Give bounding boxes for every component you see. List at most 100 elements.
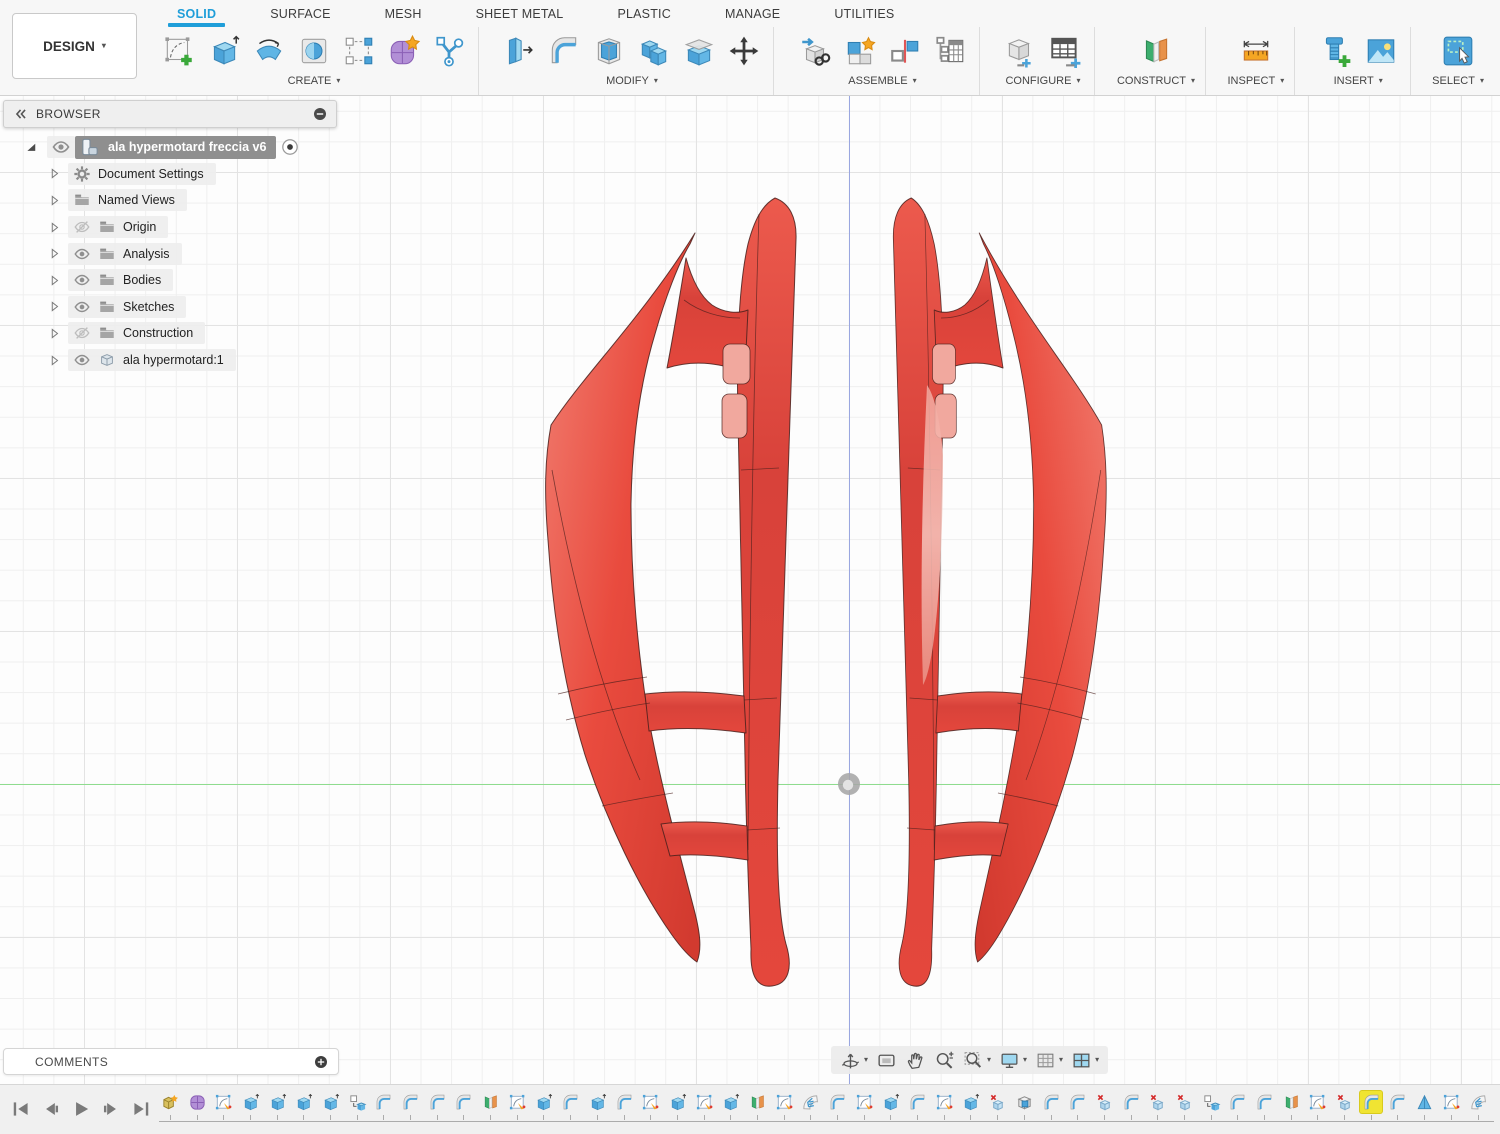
select-icon[interactable] (1439, 32, 1477, 70)
timeline-feature-sketch[interactable] (210, 1091, 237, 1120)
timeline-feature-extrude[interactable] (584, 1091, 611, 1120)
timeline-feature-component[interactable] (157, 1091, 184, 1120)
minimize-browser-icon[interactable] (312, 106, 328, 122)
workspace-switcher[interactable]: DESIGN ▾ (12, 13, 137, 79)
construction-plane-icon[interactable] (1137, 32, 1175, 70)
shell-icon[interactable] (590, 32, 628, 70)
timeline-feature-fillet[interactable] (1118, 1091, 1145, 1120)
insert-fastener-icon[interactable] (1317, 32, 1355, 70)
timeline-feature-delete[interactable] (1171, 1091, 1198, 1120)
timeline-feature-fillet[interactable] (1358, 1091, 1385, 1120)
tab-utilities[interactable]: UTILITIES (807, 0, 921, 27)
grid-settings-button[interactable]: ▾ (1031, 1046, 1067, 1074)
timeline-feature-extrude[interactable] (237, 1091, 264, 1120)
root-component-item[interactable]: ala hypermotard freccia v6 (75, 136, 276, 159)
visibility-toggle-icon[interactable] (73, 218, 91, 236)
timeline-feature-fillet[interactable] (904, 1091, 931, 1120)
insert-canvas-icon[interactable] (1362, 32, 1400, 70)
comments-bar[interactable]: COMMENTS (3, 1048, 339, 1075)
group-construct-dropdown[interactable]: CONSTRUCT▾ (1117, 75, 1195, 87)
timeline-feature-delete[interactable] (1091, 1091, 1118, 1120)
timeline-feature-extrude[interactable] (664, 1091, 691, 1120)
group-select-dropdown[interactable]: SELECT▾ (1432, 75, 1484, 87)
timeline-feature-fillet[interactable] (451, 1091, 478, 1120)
timeline-feature-fillet[interactable] (371, 1091, 398, 1120)
timeline-feature-extrude[interactable] (878, 1091, 905, 1120)
timeline-feature-extrude[interactable] (717, 1091, 744, 1120)
group-modify-dropdown[interactable]: MODIFY▾ (606, 75, 658, 87)
browser-item-sketches[interactable]: Sketches (3, 294, 337, 321)
timeline-ruler[interactable] (159, 1121, 1494, 1122)
browser-item-construction[interactable]: Construction (3, 320, 337, 347)
browser-root-row[interactable]: ala hypermotard freccia v6 (3, 134, 337, 161)
tab-plastic[interactable]: PLASTIC (590, 0, 698, 27)
browser-item-ala-hypermotard-1[interactable]: ala hypermotard:1 (3, 347, 337, 374)
timeline-feature-loft[interactable] (1411, 1091, 1438, 1120)
joint-icon[interactable] (886, 32, 924, 70)
display-settings-button[interactable]: ▾ (995, 1046, 1031, 1074)
timeline-feature-move[interactable] (1198, 1091, 1225, 1120)
timeline-feature-sketch[interactable] (1438, 1091, 1465, 1120)
timeline-feature-sketch[interactable] (1305, 1091, 1332, 1120)
step-forward-button[interactable] (100, 1098, 122, 1120)
zoom-button[interactable] (930, 1046, 959, 1074)
timeline-feature-fillet[interactable] (1251, 1091, 1278, 1120)
group-inspect-dropdown[interactable]: INSPECT▾ (1228, 75, 1285, 87)
step-back-button[interactable] (40, 1098, 62, 1120)
revolve-icon[interactable] (250, 32, 288, 70)
timeline-feature-emboss[interactable] (1465, 1091, 1492, 1120)
pan-button[interactable] (901, 1046, 930, 1074)
combine-icon[interactable] (635, 32, 673, 70)
visibility-toggle-icon[interactable] (73, 271, 91, 289)
look-at-button[interactable] (872, 1046, 901, 1074)
timeline-feature-construction-plane[interactable] (477, 1091, 504, 1120)
visibility-toggle-icon[interactable] (73, 351, 91, 369)
timeline-feature-extrude[interactable] (290, 1091, 317, 1120)
expand-caret-icon[interactable] (47, 326, 62, 341)
timeline-feature-move[interactable] (344, 1091, 371, 1120)
measure-icon[interactable] (1237, 32, 1275, 70)
configure-icon[interactable] (1001, 32, 1039, 70)
timeline-feature-sketch[interactable] (931, 1091, 958, 1120)
timeline-feature-extrude[interactable] (317, 1091, 344, 1120)
timeline-feature-fillet[interactable] (1385, 1091, 1412, 1120)
generative-study-icon[interactable] (430, 32, 468, 70)
timeline-feature-sketch[interactable] (504, 1091, 531, 1120)
insert-derive-icon[interactable] (796, 32, 834, 70)
tab-manage[interactable]: MANAGE (698, 0, 807, 27)
timeline-feature-sketch[interactable] (851, 1091, 878, 1120)
move-copy-icon[interactable] (725, 32, 763, 70)
timeline-feature-fillet[interactable] (557, 1091, 584, 1120)
tab-sheet-metal[interactable]: SHEET METAL (449, 0, 591, 27)
viewports-button[interactable]: ▾ (1067, 1046, 1103, 1074)
extrude-icon[interactable] (205, 32, 243, 70)
press-pull-icon[interactable] (500, 32, 538, 70)
skip-end-button[interactable] (130, 1098, 152, 1120)
browser-item-named-views[interactable]: Named Views (3, 187, 337, 214)
group-insert-dropdown[interactable]: INSERT▾ (1334, 75, 1383, 87)
expand-caret-icon[interactable] (47, 220, 62, 235)
visibility-toggle-icon[interactable] (73, 298, 91, 316)
timeline-feature-construction-plane[interactable] (744, 1091, 771, 1120)
timeline-feature-fillet[interactable] (824, 1091, 851, 1120)
timeline-feature-extrude[interactable] (531, 1091, 558, 1120)
visibility-toggle[interactable] (47, 136, 75, 158)
timeline-feature-form[interactable] (184, 1091, 211, 1120)
group-assemble-dropdown[interactable]: ASSEMBLE▾ (848, 75, 916, 87)
browser-item-document-settings[interactable]: Document Settings (3, 161, 337, 188)
browser-item-bodies[interactable]: Bodies (3, 267, 337, 294)
create-form-icon[interactable] (385, 32, 423, 70)
collapse-panel-icon[interactable] (12, 105, 30, 123)
timeline-feature-emboss[interactable] (798, 1091, 825, 1120)
timeline-feature-extrude[interactable] (958, 1091, 985, 1120)
bom-icon[interactable] (931, 32, 969, 70)
browser-header[interactable]: BROWSER (3, 100, 337, 128)
timeline-feature-delete[interactable] (984, 1091, 1011, 1120)
timeline-feature-fillet[interactable] (611, 1091, 638, 1120)
visibility-toggle-icon[interactable] (73, 245, 91, 263)
expand-caret-icon[interactable] (47, 299, 62, 314)
expand-caret-icon[interactable] (47, 273, 62, 288)
timeline-feature-sketch[interactable] (691, 1091, 718, 1120)
play-button[interactable] (70, 1098, 92, 1120)
timeline-feature-fillet[interactable] (1225, 1091, 1252, 1120)
